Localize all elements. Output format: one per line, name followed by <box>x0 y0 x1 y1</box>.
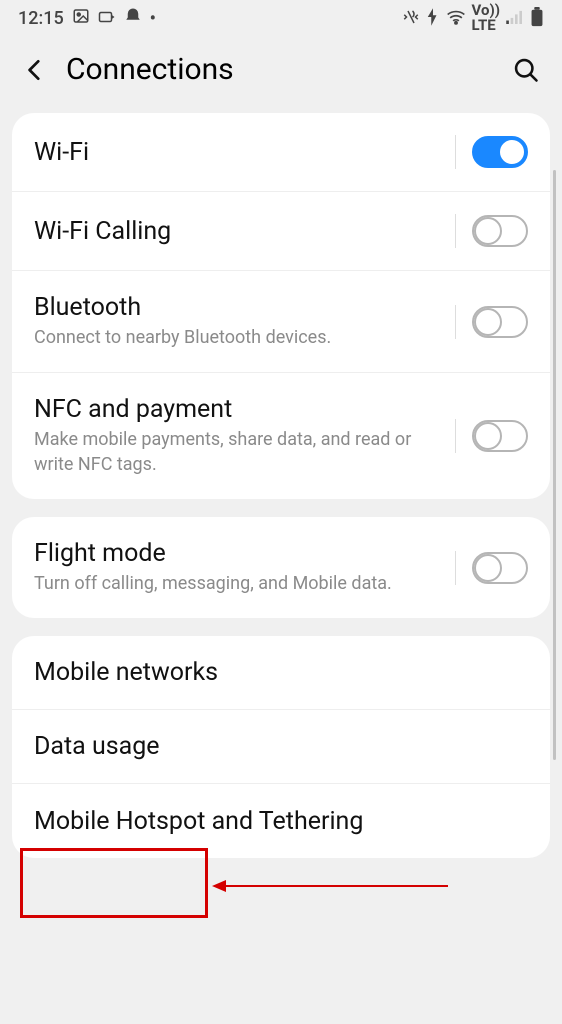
signal-icon <box>506 10 524 27</box>
divider <box>455 551 456 585</box>
status-bar: 12:15 • Vo)) LTE <box>0 0 562 36</box>
row-title: Data usage <box>34 732 528 761</box>
divider <box>455 214 456 248</box>
battery-saver-icon <box>426 8 440 29</box>
voicemail-icon <box>98 8 116 29</box>
divider <box>455 135 456 169</box>
row-bluetooth[interactable]: Bluetooth Connect to nearby Bluetooth de… <box>12 271 550 373</box>
search-icon <box>512 56 540 84</box>
vibrate-icon <box>402 8 420 29</box>
row-wifi-calling[interactable]: Wi-Fi Calling <box>12 192 550 271</box>
row-sub: Turn off calling, messaging, and Mobile … <box>34 572 455 596</box>
annotation-highlight-box <box>20 848 208 918</box>
settings-group-3: Mobile networks Data usage Mobile Hotspo… <box>12 636 550 858</box>
row-wifi[interactable]: Wi-Fi <box>12 113 550 192</box>
dnd-icon <box>124 7 142 30</box>
row-title: Flight mode <box>34 539 455 568</box>
battery-icon <box>530 7 544 30</box>
row-data-usage[interactable]: Data usage <box>12 710 550 784</box>
toggle-nfc[interactable] <box>472 420 528 452</box>
row-title: Wi-Fi <box>34 138 455 167</box>
row-sub: Make mobile payments, share data, and re… <box>34 428 455 477</box>
toggle-wifi-calling[interactable] <box>472 215 528 247</box>
search-button[interactable] <box>512 56 540 84</box>
annotation-arrow <box>210 876 450 896</box>
scroll-indicator <box>553 170 556 760</box>
toggle-bluetooth[interactable] <box>472 306 528 338</box>
divider <box>455 305 456 339</box>
toggle-wifi[interactable] <box>472 136 528 168</box>
divider <box>455 419 456 453</box>
page-title: Connections <box>66 52 494 87</box>
dot-icon: • <box>150 8 156 29</box>
toggle-flight-mode[interactable] <box>472 552 528 584</box>
row-hotspot-tethering[interactable]: Mobile Hotspot and Tethering <box>12 784 550 858</box>
row-title: Mobile networks <box>34 658 528 687</box>
row-sub: Connect to nearby Bluetooth devices. <box>34 326 455 350</box>
picture-icon <box>72 7 90 30</box>
row-mobile-networks[interactable]: Mobile networks <box>12 636 550 710</box>
chevron-left-icon <box>22 57 48 83</box>
row-title: NFC and payment <box>34 395 455 424</box>
lte-indicator: Vo)) LTE <box>472 3 500 33</box>
row-nfc[interactable]: NFC and payment Make mobile payments, sh… <box>12 373 550 499</box>
settings-group-2: Flight mode Turn off calling, messaging,… <box>12 517 550 618</box>
wifi-icon <box>446 9 466 28</box>
status-time: 12:15 <box>18 8 64 29</box>
back-button[interactable] <box>22 57 48 83</box>
row-title: Bluetooth <box>34 293 455 322</box>
row-title: Wi-Fi Calling <box>34 217 455 246</box>
settings-group-1: Wi-Fi Wi-Fi Calling Bluetooth Connect to… <box>12 113 550 499</box>
row-title: Mobile Hotspot and Tethering <box>34 807 528 836</box>
page-header: Connections <box>0 36 562 113</box>
row-flight-mode[interactable]: Flight mode Turn off calling, messaging,… <box>12 517 550 618</box>
